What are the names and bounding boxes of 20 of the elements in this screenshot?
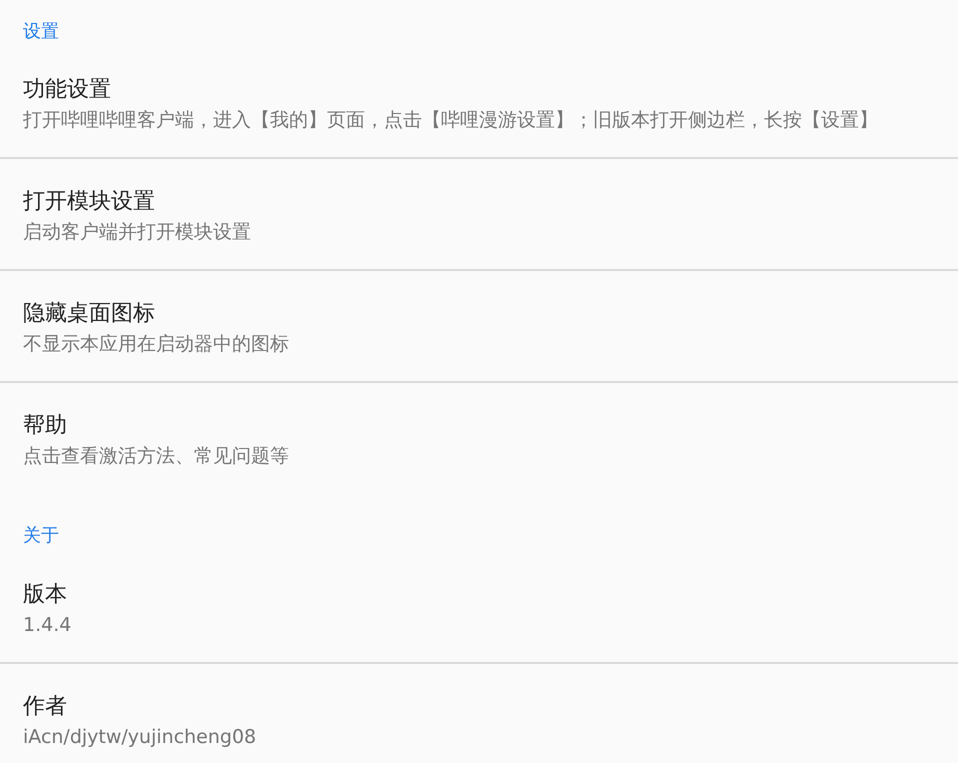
item-title: 功能设置 (23, 76, 111, 104)
item-title: 版本 (23, 581, 67, 609)
item-summary: 点击查看激活方法、常见问题等 (23, 444, 289, 469)
item-title: 作者 (23, 693, 67, 721)
item-summary: 启动客户端并打开模块设置 (23, 220, 251, 245)
settings-item[interactable]: 帮助 点击查看激活方法、常见问题等 (0, 383, 958, 495)
item-summary: 打开哔哩哔哩客户端，进入【我的】页面，点击【哔哩漫游设置】；旧版本打开侧边栏，长按【设置】 (23, 108, 878, 133)
item-title: 隐藏桌面图标 (23, 300, 155, 328)
settings-item[interactable]: 隐藏桌面图标 不显示本应用在启动器中的图标 (0, 271, 958, 383)
settings-item[interactable]: 作者 iAcn/djytw/yujincheng08 (0, 664, 958, 763)
section-header: 关于 (23, 525, 59, 546)
item-summary: iAcn/djytw/yujincheng08 (23, 725, 256, 750)
item-summary: 1.4.4 (23, 613, 72, 638)
settings-item[interactable]: 打开模块设置 启动客户端并打开模块设置 (0, 159, 958, 271)
item-summary: 不显示本应用在启动器中的图标 (23, 332, 289, 357)
item-title: 帮助 (23, 412, 67, 440)
settings-item[interactable]: 功能设置 打开哔哩哔哩客户端，进入【我的】页面，点击【哔哩漫游设置】；旧版本打开侧边栏，长按【设置】 (0, 47, 958, 159)
section-header: 设置 (23, 21, 59, 42)
settings-item[interactable]: 版本 1.4.4 (0, 552, 958, 664)
item-title: 打开模块设置 (23, 188, 155, 216)
